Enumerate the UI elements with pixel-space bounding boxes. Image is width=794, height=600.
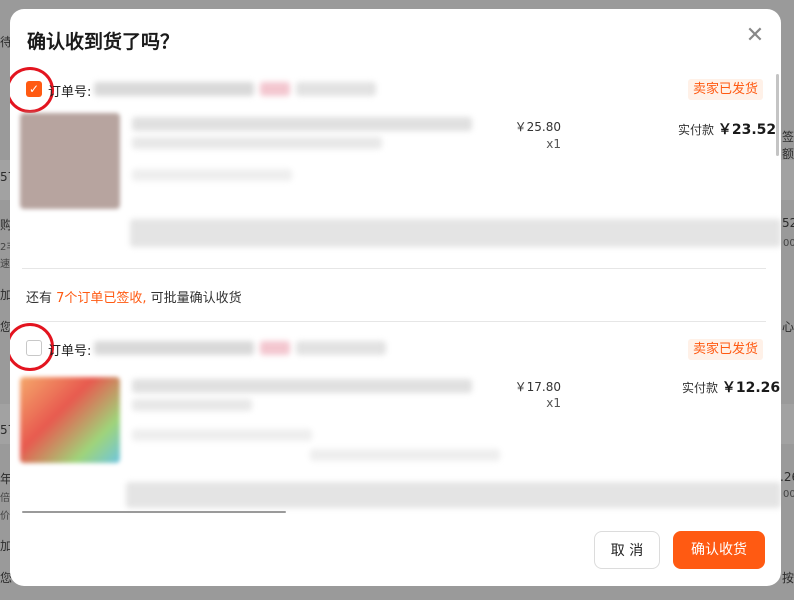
bg-text: 52 bbox=[782, 216, 794, 230]
order-1-product-title-2 bbox=[132, 137, 382, 149]
bg-text: 心 bbox=[782, 320, 794, 334]
divider bbox=[22, 268, 766, 269]
signed-orders-count: 7个订单已签收, bbox=[56, 291, 147, 306]
divider bbox=[22, 321, 766, 322]
order-2-copy-tag bbox=[260, 341, 290, 355]
vertical-scrollbar[interactable] bbox=[776, 74, 779, 156]
order-2-number-label: 订单号: bbox=[48, 344, 92, 359]
order-2-product-spec-2 bbox=[310, 449, 500, 461]
order-2-product-title-2 bbox=[132, 399, 252, 411]
order-2-status-badge: 卖家已发货 bbox=[688, 339, 764, 360]
order-2-product-spec bbox=[132, 429, 312, 441]
order-1-number-extra bbox=[296, 82, 376, 96]
confirm-receipt-button[interactable]: 确认收货 bbox=[673, 531, 765, 569]
order-1-checkbox[interactable]: ✓ bbox=[26, 81, 42, 97]
close-icon[interactable]: ✕ bbox=[744, 25, 766, 47]
order-1-quantity: x1 bbox=[546, 137, 561, 151]
order-1-product-thumbnail[interactable] bbox=[20, 113, 120, 209]
order-1-product-title bbox=[132, 117, 472, 131]
bg-text: 签额 bbox=[782, 130, 794, 161]
dialog-title: 确认收到货了吗？ bbox=[27, 31, 180, 53]
paid-label: 实付款 bbox=[682, 381, 719, 395]
bg-text: 00 bbox=[783, 238, 794, 249]
batch-notice: 还有 7个订单已签收, 可批量确认收货 bbox=[26, 287, 242, 306]
order-1-number-label: 订单号: bbox=[48, 85, 92, 100]
order-1-paid-amount: 实付款 ￥23.52 bbox=[678, 119, 776, 139]
bg-text: 价 bbox=[0, 511, 10, 522]
order-2-number-extra bbox=[296, 341, 386, 355]
cancel-button[interactable]: 取 消 bbox=[594, 531, 660, 569]
paid-value: ￥23.52 bbox=[717, 122, 777, 138]
order-2-product-title bbox=[132, 379, 472, 393]
paid-label: 实付款 bbox=[678, 123, 715, 137]
order-2-unit-price: ￥17.80 bbox=[514, 380, 561, 394]
order-2-service-strip bbox=[126, 482, 781, 508]
order-2-checkbox[interactable] bbox=[26, 340, 42, 356]
order-1-service-strip bbox=[130, 219, 781, 247]
confirm-receipt-dialog: 确认收到货了吗？ ✕ ✓ 订单号: 卖家已发货 ￥25.80 x1 实付款 ￥2… bbox=[10, 9, 781, 586]
order-2-product-thumbnail[interactable] bbox=[20, 377, 120, 463]
bg-text: 倍 bbox=[0, 493, 10, 504]
order-2-number-value bbox=[94, 341, 254, 355]
order-2-quantity: x1 bbox=[546, 396, 561, 410]
order-1-copy-tag bbox=[260, 82, 290, 96]
bg-text: 按 bbox=[782, 571, 794, 585]
paid-value: ￥12.26 bbox=[721, 380, 781, 396]
order-1-product-spec bbox=[132, 169, 292, 181]
horizontal-scrollbar[interactable] bbox=[22, 511, 286, 513]
order-1-number-value bbox=[94, 82, 254, 96]
bg-text: 速 bbox=[0, 259, 10, 270]
notice-suffix: 可批量确认收货 bbox=[146, 291, 242, 306]
bg-text: .26 bbox=[780, 470, 794, 484]
order-1-unit-price: ￥25.80 bbox=[514, 120, 561, 134]
order-2-paid-amount: 实付款 ￥12.26 bbox=[682, 377, 780, 397]
order-1-status-badge: 卖家已发货 bbox=[688, 79, 764, 100]
notice-prefix: 还有 bbox=[26, 291, 57, 306]
bg-text: 00 bbox=[783, 489, 794, 500]
